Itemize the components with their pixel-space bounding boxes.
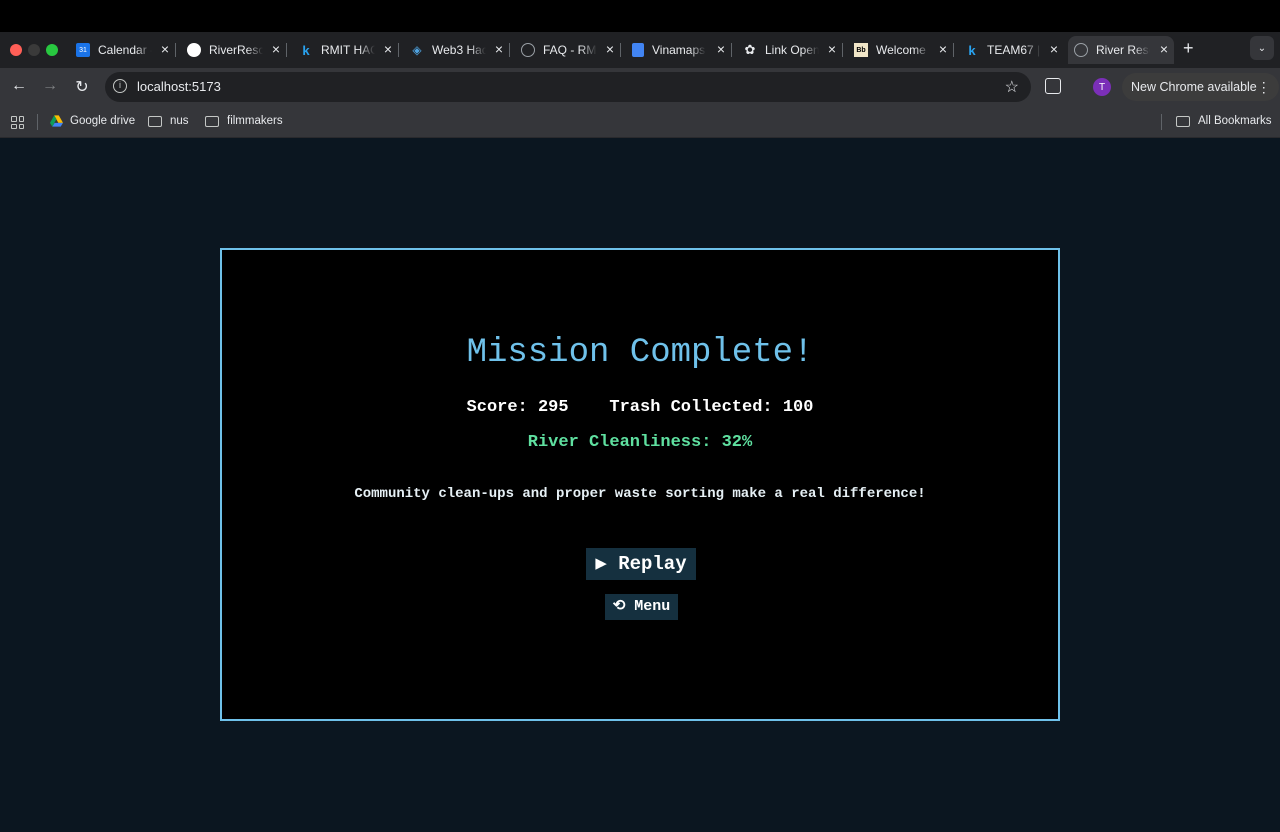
close-tab-icon[interactable]: × [495,42,503,56]
back-arrow-icon[interactable]: ← [9,77,29,95]
tab-river-rescue[interactable]: River Rescue × [1068,36,1174,64]
folder-icon [205,115,219,127]
bookmark-star-icon[interactable]: ☆ [1005,77,1019,97]
all-bookmarks-button[interactable]: All Bookmarks [1176,115,1272,127]
tab-welcome[interactable]: Bb Welcome × [848,36,954,64]
bookmark-folder-nus[interactable]: nus [148,115,189,127]
tip-message: Community clean-ups and proper waste sor… [354,486,926,502]
tab-faq-rmit[interactable]: FAQ - RMIT × [515,36,621,64]
tab-web3-hack[interactable]: ◈ Web3 Hack × [404,36,510,64]
close-tab-icon[interactable]: × [1050,42,1058,56]
tab-title: FAQ - RMIT [543,43,597,57]
maximize-window-button[interactable] [46,44,58,56]
trash-label: Trash Collected: [609,398,773,417]
new-chrome-available-button[interactable]: New Chrome available ⋮ [1122,73,1279,101]
bookmark-label: Google drive [70,115,136,127]
bookmark-google-drive[interactable]: Google drive [50,115,135,127]
calendar-icon: 31 [76,43,90,57]
close-tab-icon[interactable]: × [828,42,836,56]
menu-button[interactable]: ⟲ Menu [605,594,678,620]
apps-grid-icon[interactable] [11,116,24,129]
globe-icon [1074,43,1088,57]
replay-button[interactable]: ▶ Replay [586,548,696,580]
bookmark-folder-filmmakers[interactable]: filmmakers [205,115,283,127]
close-tab-icon[interactable]: × [939,42,947,56]
score-stats: Score: 295 Trash Collected: 100 [222,398,1058,417]
github-icon [187,43,201,57]
close-tab-icon[interactable]: × [717,42,725,56]
tab-title: Vinamaps [652,43,706,57]
close-tab-icon[interactable]: × [384,42,392,56]
k-icon: k [302,42,310,58]
tab-title: River Rescue [1096,43,1150,57]
tab-rmit-hack[interactable]: k RMIT HACK × [293,36,399,64]
browser-toolbar: ← → ↻ i localhost:5173 ☆ T New Chrome av… [0,68,1280,106]
trash-value: 100 [782,398,814,417]
tab-link-open[interactable]: ✿ Link Open × [737,36,843,64]
cleanliness-label: River Cleanliness: [527,433,712,452]
close-tab-icon[interactable]: × [606,42,614,56]
bookmark-label: filmmakers [227,115,283,127]
tab-calendar[interactable]: 31 Calendar - × [70,36,176,64]
close-window-button[interactable] [10,44,22,56]
tab-riverrescue-github[interactable]: RiverRescue × [181,36,287,64]
k-icon: k [968,42,976,58]
update-label: New Chrome available [1131,80,1257,94]
bookmarks-bar: Google drive nus filmmakers All Bookmark… [0,106,1280,138]
reload-icon[interactable]: ↻ [72,77,92,97]
tab-search-button[interactable]: ⌄ [1250,36,1274,60]
bb-icon: Bb [854,43,868,57]
tab-title: Welcome [876,43,926,57]
folder-icon [1176,115,1190,127]
score-label: Score: [466,398,528,417]
profile-avatar[interactable]: T [1093,78,1111,96]
forward-arrow-icon[interactable]: → [40,77,60,95]
river-cleanliness: River Cleanliness: 32% [222,433,1058,452]
tab-team67[interactable]: k TEAM67 | × [959,36,1064,64]
address-bar[interactable]: i localhost:5173 ☆ [105,72,1031,102]
site-info-icon[interactable]: i [113,79,127,93]
tab-title: RMIT HACK [321,43,375,57]
extensions-icon[interactable] [1045,78,1061,94]
tab-title: Link Open [765,43,819,57]
all-bookmarks-label: All Bookmarks [1198,115,1272,127]
google-drive-icon [50,115,63,127]
close-tab-icon[interactable]: × [161,42,169,56]
tab-title: RiverRescue [209,43,263,57]
folder-icon [148,115,162,127]
new-tab-button[interactable]: + [1183,38,1194,59]
more-menu-icon[interactable]: ⋮ [1257,73,1271,101]
address-url[interactable]: localhost:5173 [137,79,221,94]
globe-icon [521,43,535,57]
web3-icon: ◈ [412,43,422,57]
bookmark-label: nus [170,115,189,127]
tab-vinamaps[interactable]: Vinamaps × [626,36,732,64]
mission-complete-title: Mission Complete! [466,334,814,372]
docs-icon [632,43,644,57]
openai-icon: ✿ [744,42,756,57]
tab-title: Web3 Hack [432,43,486,57]
tab-title: Calendar - [98,43,152,57]
window-top-strip [0,0,1280,32]
game-canvas: Mission Complete! Score: 295 Trash Colle… [220,248,1060,721]
close-tab-icon[interactable]: × [272,42,280,56]
tab-strip: 31 Calendar - × RiverRescue × k RMIT HAC… [0,32,1280,68]
score-value: 295 [537,398,569,417]
tab-title: TEAM67 | [987,43,1041,57]
close-tab-icon[interactable]: × [1160,42,1168,56]
page-content: Mission Complete! Score: 295 Trash Colle… [0,138,1280,832]
minimize-window-button[interactable] [28,44,40,56]
cleanliness-value: 32% [721,433,753,452]
